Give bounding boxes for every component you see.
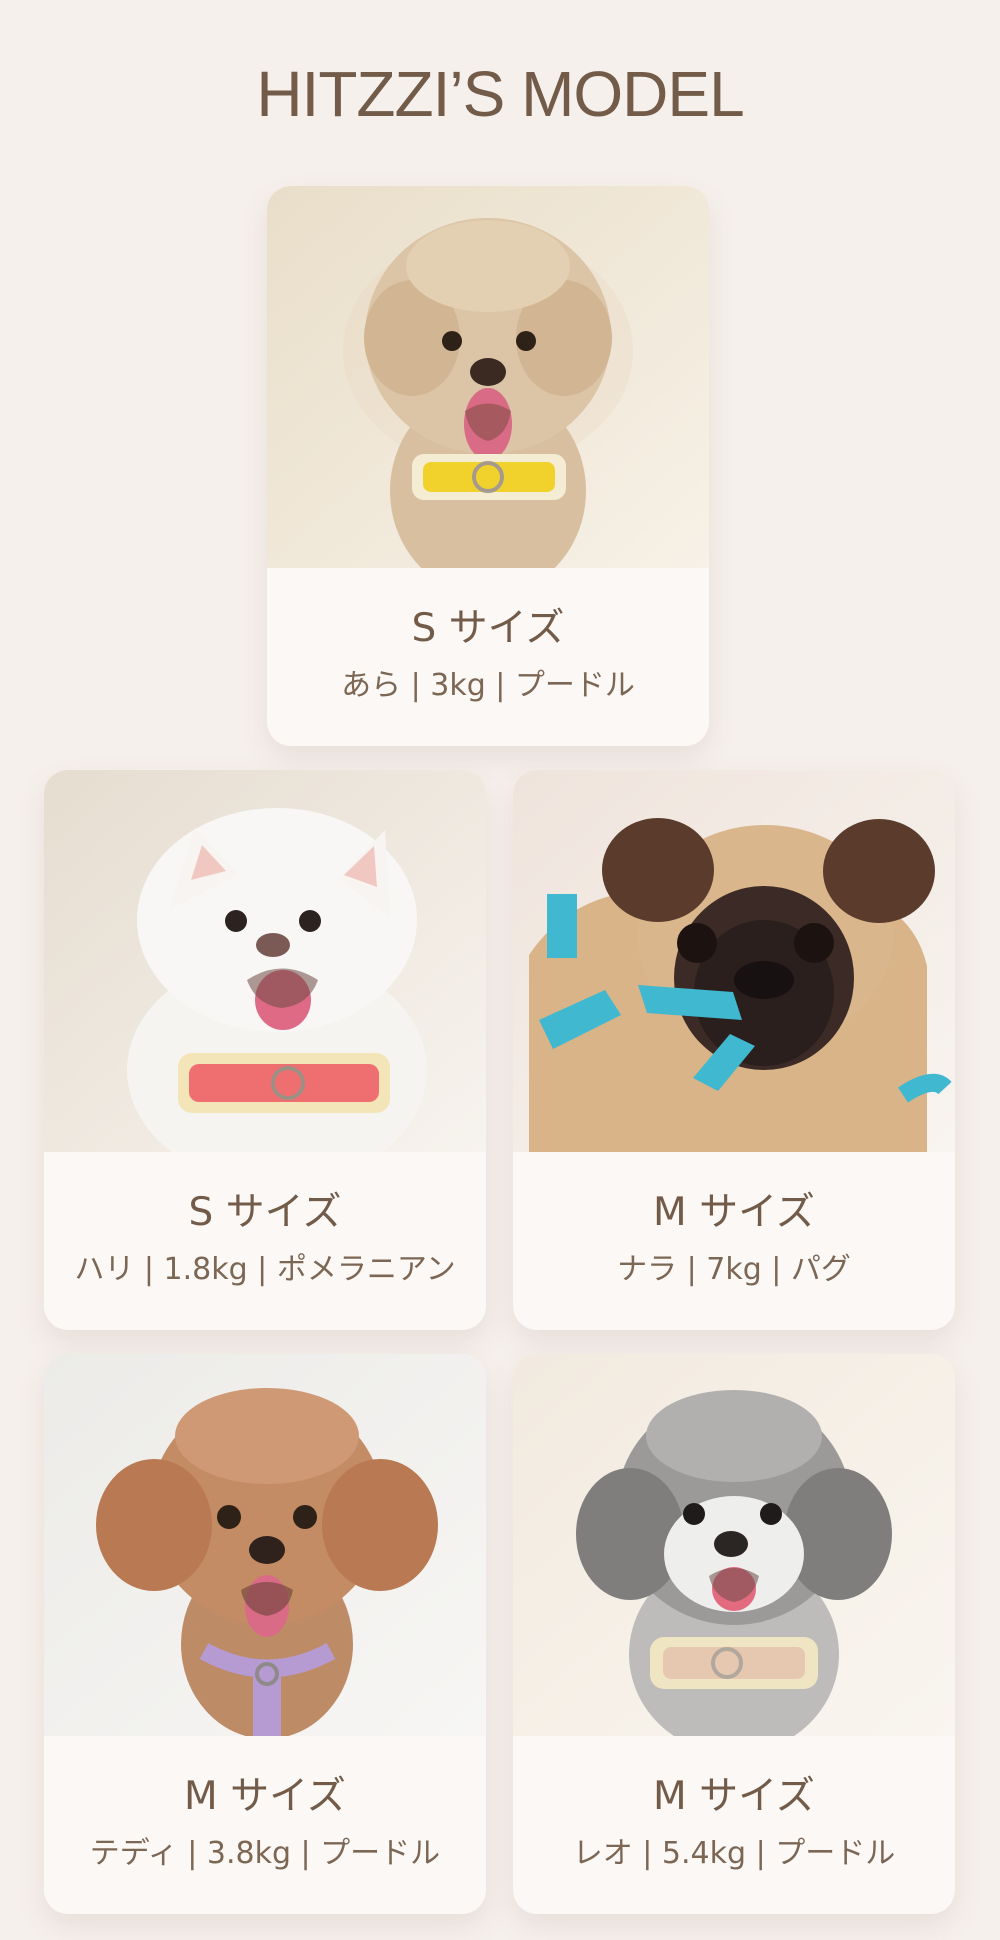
model-card-teddy[interactable]: M サイズ テディ | 3.8kg | プードル <box>44 1354 486 1914</box>
gray-poodle-photo <box>513 1354 955 1736</box>
dog-details: あら | 3kg | プードル <box>341 667 635 703</box>
dog-details: ハリ | 1.8kg | ポメラニアン <box>74 1251 456 1287</box>
red-poodle-photo <box>44 1354 486 1736</box>
card-caption: M サイズ テディ | 3.8kg | プードル <box>44 1736 486 1914</box>
card-caption: M サイズ ナラ | 7kg | パグ <box>513 1152 955 1330</box>
card-caption: M サイズ レオ | 5.4kg | プードル <box>513 1736 955 1914</box>
dog-details: テディ | 3.8kg | プードル <box>89 1835 441 1871</box>
pug-photo <box>513 770 955 1152</box>
size-label: S サイズ <box>411 606 565 651</box>
dog-details: レオ | 5.4kg | プードル <box>572 1835 896 1871</box>
pomeranian-photo <box>44 770 486 1152</box>
model-card-nara[interactable]: M サイズ ナラ | 7kg | パグ <box>513 770 955 1330</box>
size-label: S サイズ <box>188 1190 342 1235</box>
card-caption: S サイズ ハリ | 1.8kg | ポメラニアン <box>44 1152 486 1330</box>
model-card-hari[interactable]: S サイズ ハリ | 1.8kg | ポメラニアン <box>44 770 486 1330</box>
apricot-poodle-photo <box>267 186 709 568</box>
size-label: M サイズ <box>653 1774 815 1819</box>
page-title: HITZZI’S MODEL <box>256 58 744 130</box>
size-label: M サイズ <box>184 1774 346 1819</box>
dog-details: ナラ | 7kg | パグ <box>617 1251 851 1287</box>
model-card-leo[interactable]: M サイズ レオ | 5.4kg | プードル <box>513 1354 955 1914</box>
model-card-ara[interactable]: S サイズ あら | 3kg | プードル <box>267 186 709 746</box>
card-caption: S サイズ あら | 3kg | プードル <box>267 568 709 746</box>
size-label: M サイズ <box>653 1190 815 1235</box>
